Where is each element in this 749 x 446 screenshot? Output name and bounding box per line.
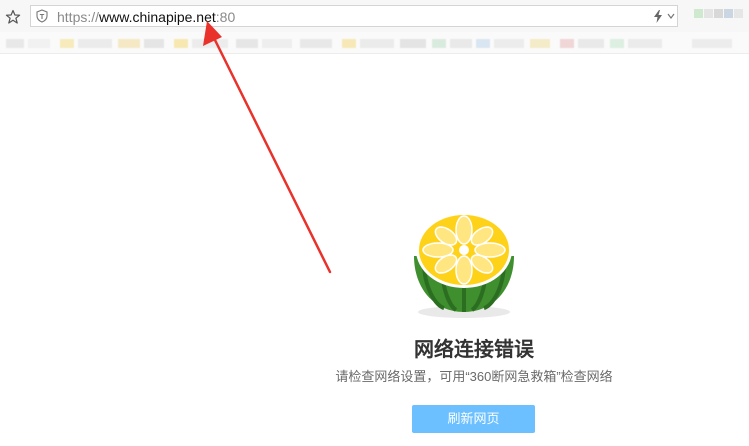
bookmark-item[interactable]: [450, 39, 472, 48]
bookmark-item[interactable]: [494, 39, 524, 48]
bookmark-item[interactable]: [236, 39, 258, 48]
refresh-button[interactable]: 刷新网页: [412, 405, 535, 433]
error-title: 网络连接错误: [414, 339, 534, 361]
bookmark-item[interactable]: [400, 39, 426, 48]
bookmark-item[interactable]: [628, 39, 662, 48]
url-host: www.chinapipe.net: [99, 9, 216, 25]
bookmark-item[interactable]: [342, 39, 356, 48]
bookmark-item[interactable]: [610, 39, 624, 48]
browser-toolbar: https://www.chinapipe.net:80: [0, 0, 749, 32]
chevron-down-icon[interactable]: [666, 10, 676, 22]
bookmark-item[interactable]: [432, 39, 446, 48]
toolbar-extension-icons[interactable]: [694, 9, 744, 23]
bookmark-item[interactable]: [28, 39, 50, 48]
bookmark-item[interactable]: [360, 39, 394, 48]
bookmark-item[interactable]: [174, 39, 188, 48]
bookmark-item[interactable]: [118, 39, 140, 48]
url-text[interactable]: https://www.chinapipe.net:80: [57, 9, 235, 25]
bookmark-item[interactable]: [192, 39, 228, 48]
error-description: 请检查网络设置，可用“360断网急救箱”检查网络: [335, 369, 613, 384]
bookmark-item[interactable]: [78, 39, 112, 48]
bookmark-item[interactable]: [692, 39, 732, 48]
melon-icon: [414, 212, 514, 318]
bookmark-item[interactable]: [262, 39, 292, 48]
bookmark-item[interactable]: [578, 39, 604, 48]
bookmark-item[interactable]: [560, 39, 574, 48]
bookmarks-bar: [0, 32, 749, 54]
shield-icon[interactable]: [35, 9, 49, 23]
bookmark-item[interactable]: [144, 39, 164, 48]
bookmark-item[interactable]: [530, 39, 550, 48]
url-scheme: https://: [57, 9, 100, 25]
bookmark-item[interactable]: [6, 39, 24, 48]
lightning-icon[interactable]: [653, 10, 663, 23]
star-icon[interactable]: [5, 9, 21, 25]
bookmark-item[interactable]: [476, 39, 490, 48]
bookmark-item[interactable]: [60, 39, 74, 48]
url-port: :80: [215, 9, 236, 25]
bookmark-item[interactable]: [300, 39, 332, 48]
address-bar[interactable]: https://www.chinapipe.net:80: [30, 5, 678, 27]
